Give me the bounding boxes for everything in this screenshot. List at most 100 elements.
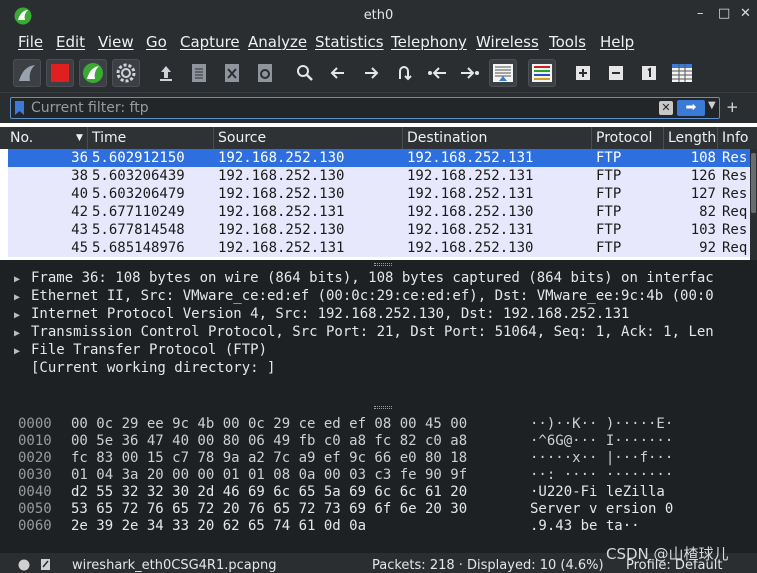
bytes-offset: 0000 [18,416,52,432]
colorize-button[interactable] [528,59,556,87]
menu-edit[interactable]: Edit [56,33,85,51]
start-capture-button[interactable] [13,59,41,87]
menu-view[interactable]: View [98,33,134,51]
arrow-right-icon [365,67,379,79]
sort-desc-icon: ▼ [76,133,83,143]
detail-row-working-dir[interactable]: [Current working directory: ] [14,360,275,378]
menu-wireless[interactable]: Wireless [476,33,539,51]
packet-row[interactable]: 40 5.603206479 192.168.252.130 192.168.2… [8,185,750,203]
packet-row[interactable]: 43 5.677814548 192.168.252.130 192.168.2… [8,221,750,239]
capture-comment-icon[interactable] [40,558,52,573]
restart-capture-button[interactable] [79,59,107,87]
column-header-source[interactable]: Source [214,127,403,149]
menu-tools[interactable]: Tools [549,33,586,51]
capture-file-name[interactable]: wireshark_eth0CSG4R1.pcapng [72,558,276,573]
bytes-ascii: .9.43 be ta·· [530,518,640,534]
detail-text: [Current working directory: ] [31,360,276,376]
packet-destination: 192.168.252.131 [407,150,534,166]
detail-text: Transmission Control Protocol, Src Port:… [31,324,714,340]
menu-go[interactable]: Go [146,33,167,51]
bytes-hex: 01 04 3a 20 00 00 01 01 08 0a 00 03 c3 f… [71,467,468,483]
packet-row[interactable]: 42 5.677110249 192.168.252.131 192.168.2… [8,203,750,221]
pane-splitter-bottom[interactable] [0,403,757,413]
display-filter-box: ✕ ➡ ▼ [10,97,720,119]
zoom-in-button[interactable] [569,59,597,87]
column-header-info[interactable]: Info [718,127,757,149]
packet-protocol: FTP [596,240,622,256]
bookmark-icon[interactable] [15,101,24,115]
bytes-hex: fc 83 00 15 c7 78 9a a2 7c a9 ef 9c 66 e… [71,450,468,466]
detail-row-ethernet[interactable]: ▶ Ethernet II, Src: VMware_ce:ed:ef (00:0… [14,288,714,306]
expand-arrow-icon[interactable]: ▶ [14,328,31,339]
packet-details-pane: ▶ Frame 36: 108 bytes on wire (864 bits),… [0,269,757,403]
packet-protocol: FTP [596,168,622,184]
autoscroll-button[interactable] [489,59,517,87]
reload-file-button[interactable] [251,59,279,87]
add-filter-button-icon[interactable]: + [726,98,739,116]
capture-status-icon[interactable] [18,559,30,573]
detail-text: Internet Protocol Version 4, Src: 192.16… [31,306,630,322]
bytes-hex: d2 55 32 32 30 2d 46 69 6c 65 5a 69 6c 6… [71,484,468,500]
main-toolbar [0,55,757,93]
packet-source: 192.168.252.131 [218,240,345,256]
column-header-time[interactable]: Time [88,127,214,149]
packet-bytes-pane: 0000 00 0c 29 ee 9c 4b 00 0c 29 ce ed ef … [0,413,757,553]
packet-protocol: FTP [596,222,622,238]
next-packet-button[interactable] [357,59,385,87]
stop-capture-button[interactable] [46,59,74,87]
minimize-button[interactable]: – [697,6,704,21]
menu-statistics[interactable]: Statistics [315,33,384,51]
expand-arrow-icon[interactable]: ▶ [14,274,31,285]
find-packet-button[interactable] [291,59,319,87]
menu-capture[interactable]: Capture [180,33,240,51]
packet-source: 192.168.252.130 [218,222,345,238]
expand-arrow-icon[interactable]: ▶ [14,292,31,303]
save-file-button[interactable] [185,59,213,87]
menu-telephony[interactable]: Telephony [391,33,467,51]
menu-help[interactable]: Help [600,33,634,51]
go-to-packet-button[interactable] [390,59,418,87]
packet-list-scrollbar[interactable] [750,149,757,260]
packet-row[interactable]: 36 5.602912150 192.168.252.130 192.168.2… [8,149,750,167]
packet-info: Res [722,186,748,202]
first-packet-button[interactable] [423,59,451,87]
maximize-button[interactable]: □ [718,6,730,21]
open-file-button[interactable] [152,59,180,87]
clear-filter-icon[interactable]: ✕ [659,101,673,115]
display-filter-input[interactable] [31,99,651,117]
normal-size-button[interactable] [635,59,663,87]
resize-columns-button[interactable] [668,59,696,87]
detail-row-frame[interactable]: ▶ Frame 36: 108 bytes on wire (864 bits),… [14,270,714,288]
column-header-protocol[interactable]: Protocol [592,127,664,149]
bytes-offset: 0050 [18,501,52,517]
expand-arrow-icon[interactable]: ▶ [14,310,31,321]
packet-info: Req [722,204,748,220]
detail-row-ip[interactable]: ▶ Internet Protocol Version 4, Src: 192.1… [14,306,629,324]
previous-packet-button[interactable] [324,59,352,87]
bytes-ascii: ··)··K·· )·····E· [530,416,674,432]
expand-arrow-icon[interactable]: ▶ [14,346,31,357]
bytes-ascii: ·····x·· |···f··· [530,450,674,466]
splitter-grip-icon [374,406,392,409]
apply-filter-icon[interactable]: ➡ [677,100,705,116]
column-header-length[interactable]: Length [664,127,718,149]
filter-history-dropdown-icon[interactable]: ▼ [708,100,716,111]
detail-row-tcp[interactable]: ▶ Transmission Control Protocol, Src Port… [14,324,714,342]
column-header-no[interactable]: No. ▼ [6,127,88,149]
last-packet-button[interactable] [456,59,484,87]
packet-source: 192.168.252.130 [218,168,345,184]
close-file-button[interactable] [218,59,246,87]
close-button[interactable]: ✕ [740,6,751,21]
scrollbar-thumb[interactable] [751,153,756,213]
detail-row-ftp[interactable]: ▶ File Transfer Protocol (FTP) [14,342,267,360]
packet-time: 5.677110249 [92,204,185,220]
zoom-out-button[interactable] [602,59,630,87]
packet-row[interactable]: 38 5.603206439 192.168.252.130 192.168.2… [8,167,750,185]
capture-options-button[interactable] [112,59,140,87]
column-header-destination[interactable]: Destination [403,127,592,149]
packet-row[interactable]: 45 5.685148976 192.168.252.131 192.168.2… [8,239,750,257]
menu-file[interactable]: File [18,33,43,51]
menu-analyze[interactable]: Analyze [248,33,307,51]
packet-length: 108 [690,150,716,166]
packet-time: 5.603206439 [92,168,185,184]
